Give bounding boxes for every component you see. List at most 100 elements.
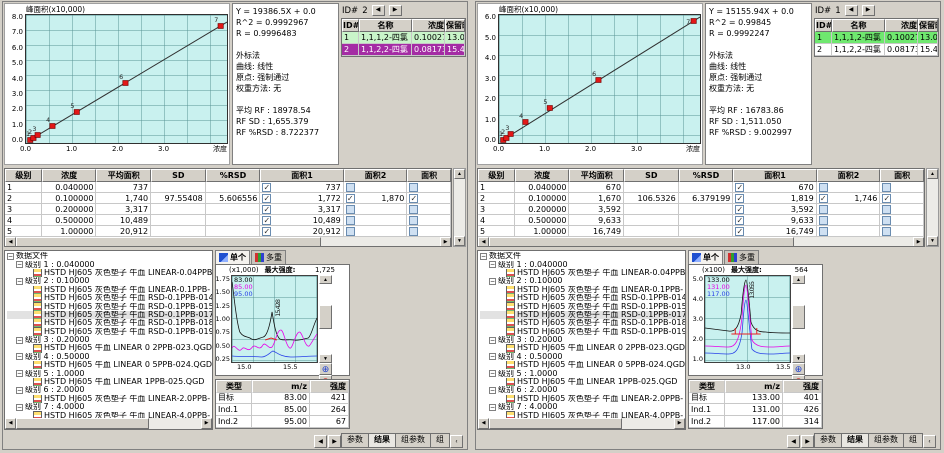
collapse-icon[interactable]: −	[489, 370, 496, 377]
area3-checkbox[interactable]	[409, 227, 418, 236]
tree-item[interactable]: − 级别 5 : 1.0000	[7, 369, 212, 377]
mz-row[interactable]: 目标 133.00 401	[689, 392, 822, 404]
scroll-right-button[interactable]: ▶	[913, 237, 924, 247]
mz-row[interactable]: 目标 83.00 421	[216, 392, 349, 404]
zoom-in-button[interactable]: ⊕	[792, 363, 805, 375]
bottom-tab[interactable]: 参数	[814, 433, 842, 448]
vscroll-track[interactable]	[792, 284, 805, 354]
view-mode-tab[interactable]: 单个	[215, 250, 250, 264]
bottom-tab[interactable]: 组参数	[868, 433, 904, 448]
point-marker[interactable]	[50, 124, 55, 129]
collapse-icon[interactable]: −	[489, 278, 496, 285]
compound-row[interactable]: 2 1,1,2,2-四氯 0.08173 15.428	[342, 44, 465, 56]
tab-scroll-left-button[interactable]: ◀	[314, 435, 327, 448]
area3-checkbox[interactable]	[409, 216, 418, 225]
tree-item[interactable]: − HSTD HJ605 牛血 LINEAR 0 5PPB-024.QGD	[7, 361, 212, 369]
bottom-tab[interactable]: 结果	[368, 433, 396, 448]
tree-item[interactable]: − 级别 6 : 2.0000	[480, 386, 685, 394]
calibration-plot-area[interactable]: 1 2 3 4	[25, 14, 228, 144]
tree-item[interactable]: − HSTD HJ605 灰色垫子 牛血 LINEAR-0.04PPB	[7, 269, 212, 277]
tree-item[interactable]: − HSTD HJ605 灰色垫子 牛血 RSD-0.1PPB-015	[480, 302, 685, 310]
tab-scroll-left-button[interactable]: ◀	[787, 435, 800, 448]
tree-item[interactable]: − HSTD HJ605 灰色垫子 牛血 RSD-0.1PPB-019	[7, 328, 212, 336]
tree-item[interactable]: − HSTD HJ605 灰色垫子 牛血 RSD-0.1PPB-019	[480, 328, 685, 336]
scroll-up-button[interactable]: ▲	[927, 169, 938, 179]
collapse-icon[interactable]: −	[7, 253, 14, 260]
tree-item[interactable]: − HSTD HJ605 灰色垫子 牛血 LINEAR-0.04PPB	[480, 269, 685, 277]
point-marker[interactable]	[596, 78, 601, 83]
vscroll-track[interactable]	[927, 179, 938, 236]
area1-checkbox[interactable]	[735, 216, 744, 225]
area3-checkbox[interactable]	[882, 205, 891, 214]
area2-checkbox[interactable]	[819, 183, 828, 192]
calibration-point[interactable]: 7	[686, 19, 696, 26]
id-prev-button[interactable]: ◀	[845, 5, 858, 16]
scroll-left-button[interactable]: ◀	[5, 237, 16, 247]
tree-item[interactable]: − 级别 2 : 0.10000	[480, 277, 685, 285]
bottom-tab[interactable]: 参数	[341, 433, 369, 448]
collapse-icon[interactable]: −	[489, 261, 496, 268]
tree-item[interactable]: − HSTD HJ605 灰色垫子 牛血 RSD-0.1PPB-018	[7, 319, 212, 327]
calibration-point[interactable]: 6	[592, 71, 601, 82]
tab-scroll-right-button[interactable]: ▶	[328, 435, 341, 448]
area3-checkbox[interactable]	[882, 194, 891, 203]
tree-item[interactable]: − HSTD HJ605 灰色垫子 牛血 RSD-0.1PPB-017	[7, 311, 212, 319]
area1-checkbox[interactable]	[262, 194, 271, 203]
area2-checkbox[interactable]	[346, 205, 355, 214]
hscroll-thumb[interactable]	[16, 237, 321, 247]
point-marker[interactable]	[218, 24, 223, 29]
point-marker[interactable]	[508, 132, 513, 137]
area3-checkbox[interactable]	[409, 183, 418, 192]
area1-checkbox[interactable]	[735, 205, 744, 214]
tree-item[interactable]: − 级别 6 : 2.0000	[7, 386, 212, 394]
tree-item[interactable]: − 级别 1 : 0.040000	[7, 260, 212, 268]
level-row[interactable]: 3 0.200000 3,317 3,317	[5, 204, 451, 215]
tree-item[interactable]: − 级别 7 : 4.0000	[480, 403, 685, 411]
bottom-tab[interactable]: 组参数	[395, 433, 431, 448]
calibration-point[interactable]: 5	[543, 99, 552, 110]
chromatogram-plot-area[interactable]: 83.0085.0095.00 15.428	[231, 275, 318, 363]
view-mode-tab[interactable]: 单个	[688, 250, 723, 264]
calibration-point[interactable]: 4	[519, 113, 528, 124]
scroll-down-button[interactable]: ▼	[927, 236, 938, 246]
tree-item[interactable]: − HSTD HJ605 灰色垫子 牛血 RSD-0.1PPB-017	[480, 311, 685, 319]
tree-item[interactable]: − 级别 5 : 1.0000	[480, 369, 685, 377]
collapse-icon[interactable]: −	[489, 337, 496, 344]
scroll-up-button[interactable]: ▲	[792, 275, 805, 284]
tab-scroll-right-button[interactable]: ▶	[801, 435, 814, 448]
collapse-icon[interactable]: −	[489, 387, 496, 394]
area1-checkbox[interactable]	[262, 216, 271, 225]
id-next-button[interactable]: ▶	[389, 5, 402, 16]
scroll-left-button[interactable]: ◀	[478, 237, 489, 247]
collapse-icon[interactable]: −	[489, 404, 496, 411]
mz-row[interactable]: Ind.2 95.00 67	[216, 416, 349, 428]
collapse-icon[interactable]: −	[16, 261, 23, 268]
tree-item[interactable]: − HSTD HJ605 灰色垫子 牛血 LINEAR-2.0PPB-	[480, 395, 685, 403]
bottom-tab[interactable]: 组	[430, 433, 450, 448]
tree-item[interactable]: − 级别 4 : 0.50000	[480, 353, 685, 361]
bottom-tab[interactable]: 结果	[841, 433, 869, 448]
tree-item[interactable]: − HSTD HJ605 灰色垫子 牛血 RSD-0.1PPB-018	[480, 319, 685, 327]
scroll-left-button[interactable]: ◀	[5, 418, 16, 429]
tree-root-item[interactable]: −数据文件	[480, 252, 685, 260]
area2-checkbox[interactable]	[819, 216, 828, 225]
level-row[interactable]: 2 0.100000 1,670 106.5326 6.379199 1,819…	[478, 193, 924, 204]
compound-row[interactable]: 2 1,1,2,2-四氯 0.08173 15.428	[815, 44, 938, 56]
collapse-icon[interactable]: −	[16, 404, 23, 411]
tree-item[interactable]: − HSTD HJ605 灰色垫子 牛血 RSD-0.1PPB-014	[480, 294, 685, 302]
tree-item[interactable]: − HSTD HJ605 灰色垫子 牛血 LINEAR-2.0PPB-	[7, 395, 212, 403]
area2-checkbox[interactable]	[819, 205, 828, 214]
tree-item[interactable]: − 级别 3 : 0.20000	[480, 336, 685, 344]
tree-item[interactable]: − 级别 3 : 0.20000	[7, 336, 212, 344]
level-row[interactable]: 5 1.00000 16,749 16,749	[478, 226, 924, 237]
collapse-icon[interactable]: −	[16, 387, 23, 394]
tab-more-button[interactable]: ‹	[450, 435, 463, 448]
scroll-right-button[interactable]: ▶	[674, 418, 685, 429]
level-row[interactable]: 3 0.200000 3,592 3,592	[478, 204, 924, 215]
hscroll-track[interactable]	[16, 418, 201, 429]
area2-checkbox[interactable]	[819, 227, 828, 236]
tree-item[interactable]: − 级别 4 : 0.50000	[7, 353, 212, 361]
tree-item[interactable]: − HSTD HJ605 牛血 LINEAR 1PPB-025.QGD	[480, 378, 685, 386]
scroll-left-button[interactable]: ◀	[478, 418, 489, 429]
area1-checkbox[interactable]	[735, 194, 744, 203]
